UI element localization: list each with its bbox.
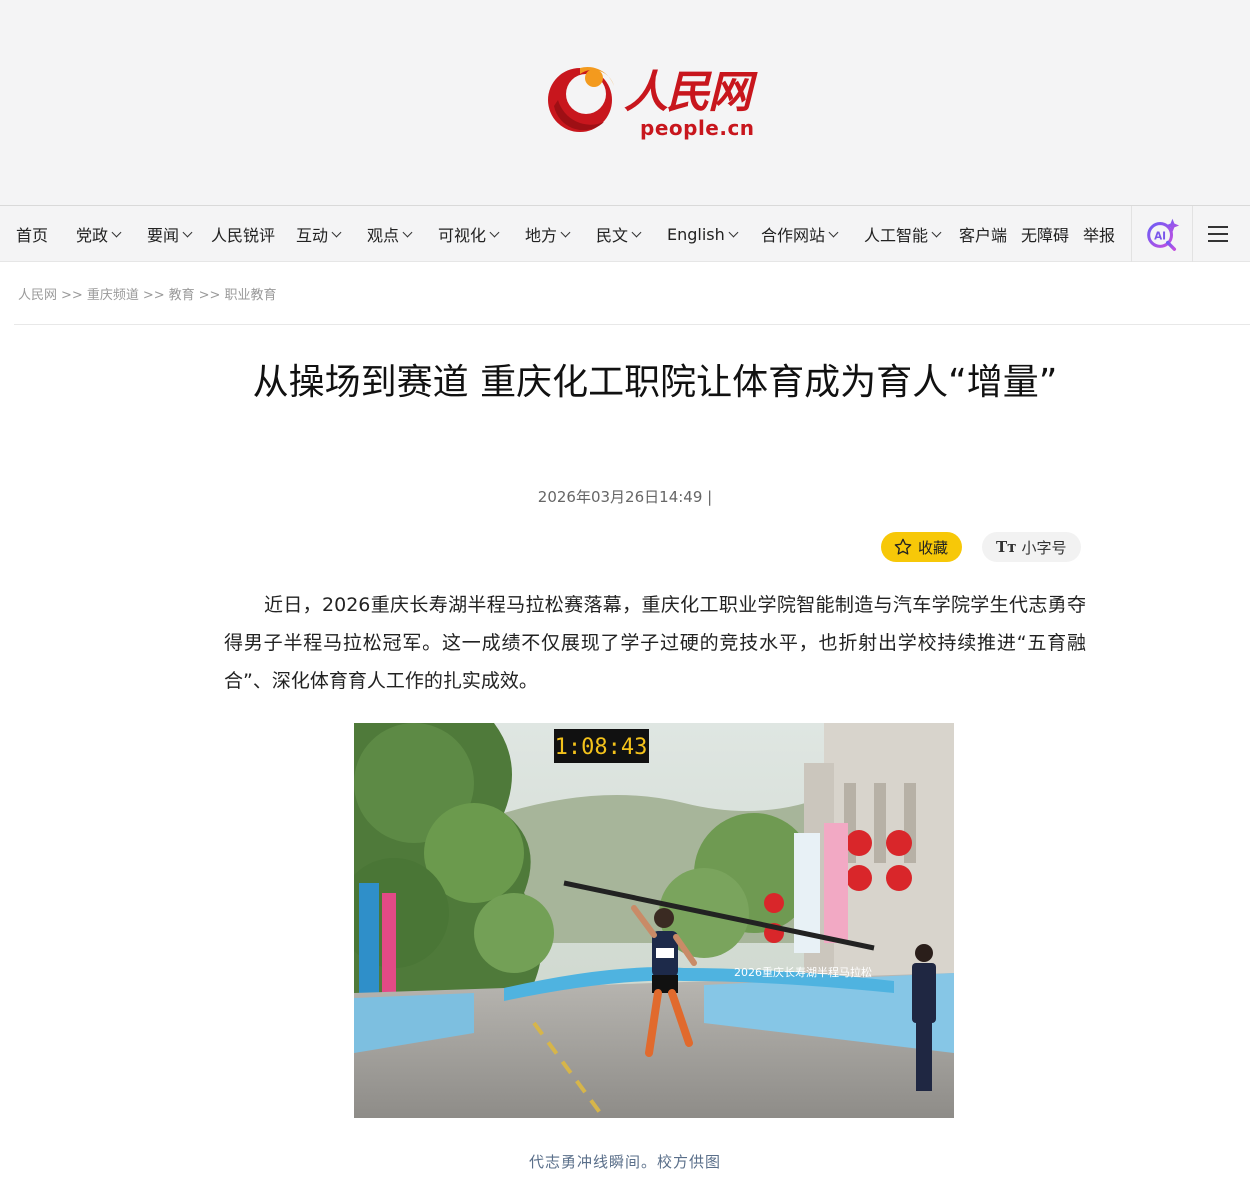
nav-item[interactable]: English [667, 206, 739, 262]
breadcrumb-item-home[interactable]: 人民网 [18, 288, 57, 303]
site-header: 人民网 people.cn [0, 0, 1250, 206]
nav-item-label: 人工智能 [864, 226, 929, 245]
nav-item[interactable]: 无障碍 [1021, 206, 1069, 262]
nav-item-label: 人民锐评 [211, 226, 276, 245]
race-timer: 1:08:43 [555, 735, 648, 760]
nav-item-label: 合作网站 [761, 226, 826, 245]
nav-item-label: 无障碍 [1021, 226, 1070, 245]
finish-banner-text: 2026重庆长寿湖半程马拉松 [734, 965, 872, 979]
photo-caption: 代志勇冲线瞬间。校方供图 [528, 1153, 721, 1171]
chevron-down-icon [331, 227, 342, 237]
nav-item-label: 要闻 [147, 226, 180, 245]
nav-item[interactable]: 客户端 [959, 206, 1007, 262]
chevron-down-icon [402, 227, 413, 237]
nav-item[interactable]: 地方 [525, 206, 571, 262]
chevron-down-icon [111, 227, 122, 237]
logo-domain-text: people.cn [640, 116, 755, 140]
nav-item[interactable]: 要闻 [147, 206, 193, 262]
nav-item-label: 互动 [296, 226, 329, 245]
font-size-label: 小字号 [1021, 538, 1067, 557]
chevron-down-icon [182, 227, 193, 237]
nav-item-label: 观点 [367, 226, 400, 245]
font-size-button[interactable]: Tт 小字号 [982, 532, 1081, 562]
chevron-down-icon [489, 227, 500, 237]
breadcrumb: 人民网 >> 重庆频道 >> 教育 >> 职业教育 [18, 284, 276, 303]
nav-item[interactable]: 首页 [16, 206, 48, 262]
logo-chinese-text: 人民网 [624, 67, 752, 118]
collect-label: 收藏 [918, 538, 949, 557]
chevron-down-icon [728, 227, 739, 237]
breadcrumb-separator: >> [61, 288, 83, 303]
nav-item[interactable]: 合作网站 [761, 206, 839, 262]
article-body-paragraph: 近日，2026重庆长寿湖半程马拉松赛落幕，重庆化工职业学院智能制造与汽车学院学生… [224, 594, 1086, 692]
breadcrumb-divider [14, 324, 1250, 325]
svg-text:AI: AI [1154, 231, 1166, 243]
article-photo: 2026重庆长寿湖半程马拉松 1:08:43 [354, 723, 954, 1118]
nav-item-label: 地方 [525, 226, 558, 245]
marathon-finish-photo: 2026重庆长寿湖半程马拉松 1:08:43 [354, 723, 954, 1118]
nav-item-label: 客户端 [959, 226, 1008, 245]
nav-item[interactable]: 民文 [596, 206, 642, 262]
nav-item[interactable]: 可视化 [438, 206, 500, 262]
breadcrumb-separator: >> [198, 288, 221, 303]
breadcrumb-item-vocational[interactable]: 职业教育 [224, 288, 276, 303]
site-logo[interactable]: 人民网 people.cn [544, 56, 774, 151]
chevron-down-icon [560, 227, 571, 237]
nav-item[interactable]: 党政 [76, 206, 122, 262]
nav-item-label: English [667, 224, 725, 244]
nav-item-label: 党政 [76, 226, 109, 245]
article-tools: 收藏 Tт 小字号 [881, 532, 1081, 562]
nav-item[interactable]: 观点 [367, 206, 413, 262]
chevron-down-icon [828, 227, 839, 237]
nav-item-label: 举报 [1083, 226, 1116, 245]
nav-item-label: 可视化 [438, 226, 487, 245]
article-title: 从操场到赛道 重庆化工职院让体育成为育人“增量” [252, 362, 1058, 403]
star-icon [894, 538, 912, 555]
article-date: 2026年03月26日14:49 | [537, 488, 713, 506]
main-nav: 首页 党政 要闻 人民锐评 互动 观点 可视化 地方 民文 English 合作网站 人工智能 客户端无… [0, 206, 1250, 262]
font-size-icon: Tт [996, 538, 1017, 556]
ai-sparkle-icon[interactable]: AI [1131, 206, 1193, 262]
nav-item[interactable]: 举报 [1083, 206, 1115, 262]
nav-item[interactable]: 人民锐评 [211, 206, 275, 262]
chevron-down-icon [931, 227, 942, 237]
hamburger-menu-icon[interactable] [1193, 206, 1243, 262]
collect-button[interactable]: 收藏 [881, 532, 963, 562]
chevron-down-icon [631, 227, 642, 237]
nav-item[interactable]: 互动 [296, 206, 342, 262]
people-logo-icon [548, 66, 614, 132]
nav-item-label: 首页 [16, 226, 49, 245]
nav-item[interactable]: 人工智能 [864, 206, 942, 262]
breadcrumb-separator: >> [142, 288, 165, 303]
breadcrumb-item-education[interactable]: 教育 [169, 288, 195, 303]
nav-item-label: 民文 [596, 226, 629, 245]
breadcrumb-item-chongqing[interactable]: 重庆频道 [87, 288, 139, 303]
